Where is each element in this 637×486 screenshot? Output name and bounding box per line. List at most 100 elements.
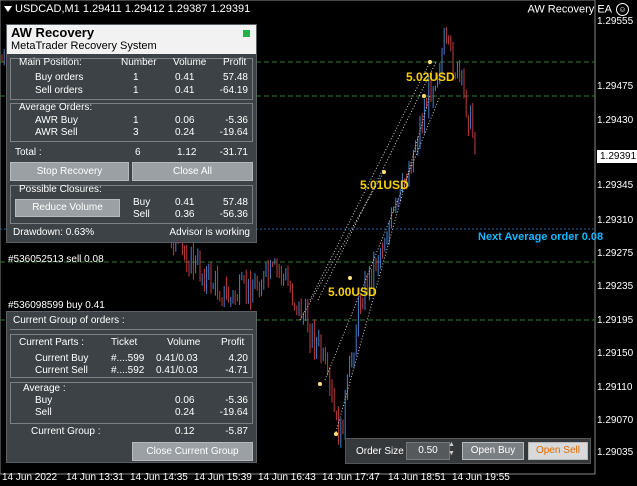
awr-buy-profit: -5.36 xyxy=(225,115,248,126)
panel-subtitle: MetaTrader Recovery System xyxy=(11,40,157,52)
closure-sell-profit: -56.36 xyxy=(219,209,248,220)
panel-header: AW Recovery MetaTrader Recovery System xyxy=(7,25,256,54)
buy-order-label[interactable]: #536098599 buy 0.41 xyxy=(8,300,105,311)
group-avg-buy-profit: -5.36 xyxy=(225,395,248,406)
price-tick: 1.29555 xyxy=(597,16,634,27)
order-marker[interactable] xyxy=(428,60,432,64)
tp-label-2: 5.01USD xyxy=(360,178,409,192)
ea-name: AW Recovery EA xyxy=(527,3,612,16)
open-buy-button[interactable]: Open Buy xyxy=(462,442,524,460)
current-group-profit: -5.87 xyxy=(225,426,248,437)
panel-title: AW Recovery xyxy=(11,25,95,40)
order-marker[interactable] xyxy=(318,382,322,386)
time-tick: 14 Jun 16:43 xyxy=(258,472,316,483)
symbol-quote: USDCAD,M1 1.29411 1.29412 1.29387 1.2939… xyxy=(15,3,251,15)
close-current-group-button[interactable]: Close Current Group xyxy=(132,442,253,461)
close-all-button[interactable]: Close All xyxy=(132,162,253,181)
col-volume: Volume xyxy=(173,57,207,68)
col-ticket: Ticket xyxy=(111,337,138,348)
tp-label-3: 5.00USD xyxy=(328,285,377,299)
time-tick: 14 Jun 2022 xyxy=(2,472,58,483)
status-dot-icon xyxy=(243,30,250,37)
col-profit: Profit xyxy=(223,57,247,68)
reduce-volume-button[interactable]: Reduce Volume xyxy=(15,199,120,217)
drawdown-text: Drawdown: 0.63% xyxy=(13,227,95,238)
current-buy-volume: 0.41/0.03 xyxy=(156,353,198,364)
awr-sell-label: AWR Sell xyxy=(35,127,78,138)
price-tick: 1.29345 xyxy=(597,180,634,191)
price-tick: 1.29275 xyxy=(597,248,634,259)
buy-orders-number: 1 xyxy=(133,72,139,83)
current-sell-volume: 0.41/0.03 xyxy=(156,365,198,376)
group-avg-sell-label: Sell xyxy=(35,407,52,418)
col-group-volume: Volume xyxy=(167,337,201,348)
awr-buy-label: AWR Buy xyxy=(35,115,78,126)
col-number: Number xyxy=(121,57,157,68)
current-group-volume: 0.12 xyxy=(175,426,195,437)
order-marker[interactable] xyxy=(382,170,386,174)
ea-indicator: AW Recovery EA ☺ xyxy=(527,3,629,16)
time-tick: 14 Jun 15:39 xyxy=(194,472,252,483)
time-tick: 14 Jun 14:35 xyxy=(130,472,188,483)
order-marker[interactable] xyxy=(334,432,338,436)
sell-order-label[interactable]: #536052513 sell 0.08 xyxy=(8,254,104,265)
current-sell-ticket: #....592 xyxy=(111,365,145,376)
group-average-box: Average : Buy 0.06 -5.36 Sell 0.24 -19.6… xyxy=(10,382,253,424)
current-group-panel: Current Group of orders : Current Parts … xyxy=(6,311,257,463)
current-parts-heading: Current Parts : xyxy=(19,337,85,348)
tp-label-1: 5.02USD xyxy=(406,70,455,84)
group-average-heading: Average : xyxy=(23,383,66,394)
order-size-input[interactable]: 0.50 xyxy=(406,442,450,460)
status-text: Advisor is working xyxy=(169,227,250,238)
order-marker[interactable] xyxy=(348,276,352,280)
possible-closures-box: Possible Closures: Reduce Volume Buy 0.4… xyxy=(10,184,253,224)
price-tick: 1.29430 xyxy=(597,115,634,126)
sell-orders-profit: -64.19 xyxy=(219,85,248,96)
price-tick: 1.29195 xyxy=(597,315,634,326)
current-buy-profit: 4.20 xyxy=(228,353,248,364)
main-position-heading: Main Position: xyxy=(19,57,82,68)
order-size-stepper[interactable]: ▲ ▼ xyxy=(448,440,455,458)
price-tick: 1.29035 xyxy=(597,447,634,458)
next-average-label: Next Average order 0.08 xyxy=(478,231,604,243)
awr-sell-volume: 0.24 xyxy=(175,127,195,138)
current-price-tag: 1.29391 xyxy=(597,150,637,163)
time-tick: 14 Jun 17:47 xyxy=(322,472,380,483)
dropdown-triangle-icon[interactable] xyxy=(4,6,12,13)
smiley-icon: ☺ xyxy=(616,3,629,16)
time-tick: 14 Jun 19:55 xyxy=(452,472,510,483)
current-buy-ticket: #....599 xyxy=(111,353,145,364)
possible-closures-heading: Possible Closures: xyxy=(19,184,102,195)
trade-link-line xyxy=(324,95,441,381)
time-tick: 14 Jun 18:51 xyxy=(388,472,446,483)
awr-sell-profit: -19.64 xyxy=(219,127,248,138)
closure-buy-label: Buy xyxy=(133,197,151,208)
closure-sell-label: Sell xyxy=(133,209,150,220)
group-avg-buy-volume: 0.06 xyxy=(175,395,195,406)
buy-orders-volume: 0.41 xyxy=(175,72,195,83)
closure-buy-profit: 57.48 xyxy=(222,197,248,208)
order-bar: Order Size 0.50 ▲ ▼ Open Buy Open Sell xyxy=(345,438,591,464)
total-volume: 1.12 xyxy=(177,147,197,158)
main-position-box: Main Position: Number Volume Profit Buy … xyxy=(10,57,253,100)
buy-orders-label: Buy orders xyxy=(35,72,84,83)
total-label: Total : xyxy=(15,147,42,158)
current-sell-label: Current Sell xyxy=(35,365,88,376)
awr-buy-number: 1 xyxy=(133,115,139,126)
total-number: 6 xyxy=(135,147,141,158)
open-sell-button[interactable]: Open Sell xyxy=(528,442,588,460)
price-tick: 1.29235 xyxy=(597,281,634,292)
time-tick: 14 Jun 13:31 xyxy=(66,472,124,483)
order-marker[interactable] xyxy=(422,94,426,98)
aw-recovery-panel: AW Recovery MetaTrader Recovery System M… xyxy=(6,24,257,243)
trade-link-line xyxy=(335,94,431,433)
stop-recovery-button[interactable]: Stop Recovery xyxy=(10,162,129,181)
sell-orders-number: 1 xyxy=(133,85,139,96)
price-tick: 1.29310 xyxy=(597,215,634,226)
group-avg-buy-label: Buy xyxy=(35,395,53,406)
group-avg-sell-volume: 0.24 xyxy=(175,407,195,418)
total-profit: -31.71 xyxy=(219,147,248,158)
group-divider xyxy=(10,329,253,330)
sell-orders-label: Sell orders xyxy=(35,85,83,96)
closure-sell-volume: 0.36 xyxy=(175,209,195,220)
